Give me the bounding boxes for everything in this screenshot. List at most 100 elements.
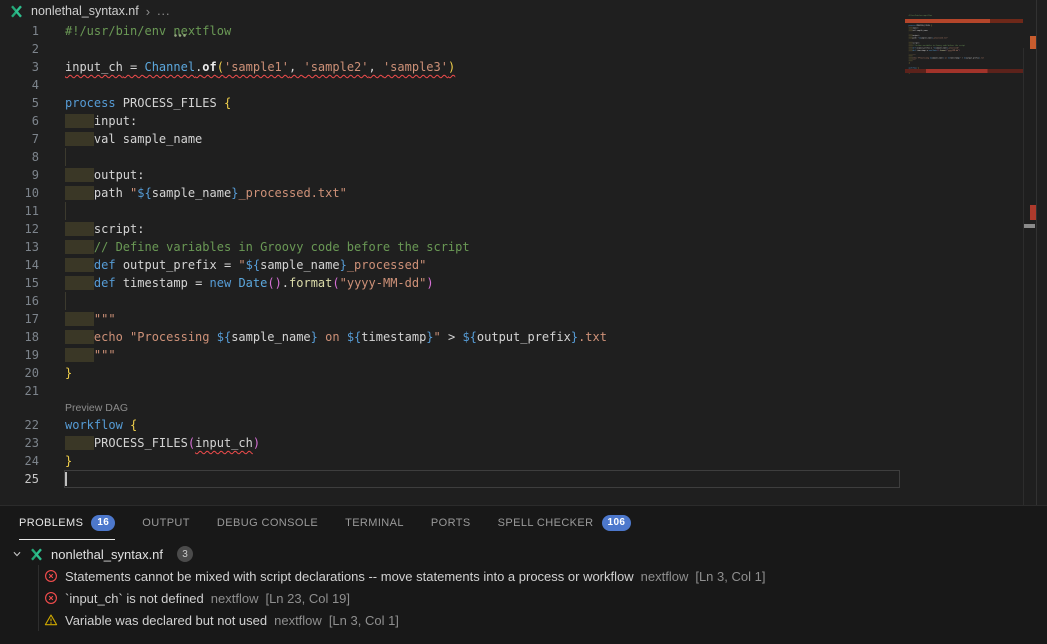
code-line-text: """ [65,312,116,326]
code-line-text: #!/usr/bin/env nextflow [65,24,231,38]
code-line-14[interactable]: 14 def output_prefix = "${sample_name}_p… [0,256,1047,274]
text-cursor [65,472,67,486]
line-number: 12 [0,220,39,238]
code-line-22[interactable]: 22workflow { [0,416,1047,434]
error-icon [44,569,58,583]
code-line-17[interactable]: 17 """ [0,310,1047,328]
code-line-text: val sample_name [65,132,202,146]
problem-source: nextflow [641,569,689,584]
code-editor[interactable]: 1#!/usr/bin/env nextflow23 input_ch = Cha… [0,22,1047,505]
chevron-down-icon[interactable] [10,547,24,561]
code-line-13[interactable]: 13 // Define variables in Groovy code be… [0,238,1047,256]
breadcrumb-file[interactable]: nonlethal_syntax.nf [31,4,139,18]
debug-console-tab[interactable]: DEBUG CONSOLE [217,506,318,540]
ports-tab[interactable]: PORTS [431,506,471,540]
tab-label: DEBUG CONSOLE [217,517,318,529]
problems-list: Statements cannot be mixed with script d… [0,565,1047,631]
problem-source: nextflow [211,591,259,606]
code-line-21[interactable]: 21 [0,382,1047,400]
code-line-text [65,294,66,308]
overview-ruler-error-mark-top [1030,36,1036,49]
breadcrumb-ellipsis[interactable]: ... [157,4,170,18]
nextflow-file-icon [29,547,44,562]
code-line-text: } [65,366,72,380]
code-line-text: path "${sample_name}_processed.txt" [65,186,347,200]
line-number: 14 [0,256,39,274]
tab-label: TERMINAL [345,517,404,529]
line-number: 5 [0,94,39,112]
code-line-5[interactable]: 5process PROCESS_FILES { [0,94,1047,112]
line-number: 10 [0,184,39,202]
code-line-24[interactable]: 24} [0,452,1047,470]
code-line-text: } [65,454,72,468]
code-line-16[interactable]: 16 [0,292,1047,310]
problem-location: [Ln 3, Col 1] [329,613,399,628]
terminal-tab[interactable]: TERMINAL [345,506,404,540]
spell-checker-tab[interactable]: SPELL CHECKER106 [498,506,632,540]
code-line-text: def output_prefix = "${sample_name}_proc… [65,258,426,272]
code-line-15[interactable]: 15 def timestamp = new Date().format("yy… [0,274,1047,292]
problem-source: nextflow [274,613,322,628]
code-line-text: output: [65,168,144,182]
code-line-12[interactable]: 12 script: [0,220,1047,238]
code-line-4[interactable]: 4 [0,76,1047,94]
problems-tab[interactable]: PROBLEMS 16 [19,506,115,540]
minimap[interactable]: #!/usr/bin/env nextflowinput_ch = Channe… [905,14,1023,89]
line-number: 17 [0,310,39,328]
problem-message: `input_ch` is not defined [65,591,204,606]
tab-count-badge: 106 [602,515,632,531]
code-line-text: input: [65,114,137,128]
code-line-23[interactable]: 23 PROCESS_FILES(input_ch) [0,434,1047,452]
code-line-6[interactable]: 6 input: [0,112,1047,130]
code-line-text: echo "Processing ${sample_name} on ${tim… [65,330,607,344]
problem-row[interactable]: Variable was declared but not used nextfl… [0,609,1047,631]
tab-label: OUTPUT [142,517,190,529]
tab-label: PROBLEMS [19,517,83,529]
problem-row[interactable]: Statements cannot be mixed with script d… [0,565,1047,587]
line-number: 11 [0,202,39,220]
problem-row[interactable]: `input_ch` is not defined nextflow [Ln 23,… [0,587,1047,609]
overview-ruler-cursor-mark [1024,224,1035,228]
code-line-25[interactable]: 25 [0,470,1047,488]
nextflow-file-icon [9,4,24,19]
bottom-panel: PROBLEMS 16 OUTPUT DEBUG CONSOLE TERMINAL POR… [0,505,1047,644]
tab-label: PORTS [431,517,471,529]
line-number: 13 [0,238,39,256]
code-line-text: PROCESS_FILES(input_ch) [65,436,260,450]
code-lines: 1#!/usr/bin/env nextflow23 input_ch = Cha… [0,22,1047,488]
problems-file-row[interactable]: nonlethal_syntax.nf 3 [0,543,1047,565]
code-line-25 [905,74,1022,77]
code-line-9[interactable]: 9 output: [0,166,1047,184]
code-line-19[interactable]: 19 """ [0,346,1047,364]
code-line-1[interactable]: 1#!/usr/bin/env nextflow [0,22,1047,40]
error-icon [44,591,58,605]
output-tab[interactable]: OUTPUT [142,506,190,540]
problems-tree: nonlethal_syntax.nf 3 Statements cannot … [0,543,1047,631]
code-line-text: // Define variables in Groovy code befor… [65,240,470,254]
line-number: 15 [0,274,39,292]
code-line-3[interactable]: 3 input_ch = Channel.of('sample1', 'sampl… [0,58,1047,76]
line-number: 3 [0,58,39,76]
problems-file-count-badge: 3 [177,546,193,562]
code-line-2[interactable]: 2 [0,40,1047,58]
problem-message: Statements cannot be mixed with script d… [65,569,634,584]
code-line-10[interactable]: 10 path "${sample_name}_processed.txt" [0,184,1047,202]
codelens-preview-dag-link[interactable]: Preview DAG [65,400,128,416]
problem-message: Variable was declared but not used [65,613,267,628]
problem-location: [Ln 23, Col 19] [265,591,350,606]
minimap-code: #!/usr/bin/env nextflowinput_ch = Channe… [905,14,1022,77]
code-line-8[interactable]: 8 [0,148,1047,166]
code-line-7[interactable]: 7 val sample_name [0,130,1047,148]
code-line-18[interactable]: 18 echo "Processing ${sample_name} on ${… [0,328,1047,346]
line-number: 9 [0,166,39,184]
line-number: 6 [0,112,39,130]
breadcrumb-separator: › [146,4,150,19]
problems-file-name: nonlethal_syntax.nf [51,547,163,562]
tab-count-badge: 16 [91,515,115,531]
vscode-window: nonlethal_syntax.nf › ... 1#!/usr/bin/en… [0,0,1047,644]
code-line-20[interactable]: 20} [0,364,1047,382]
code-line-text: input_ch = Channel.of('sample1', 'sample… [65,60,455,74]
line-number: 19 [0,346,39,364]
code-line-11[interactable]: 11 [0,202,1047,220]
code-line-text [65,150,66,164]
